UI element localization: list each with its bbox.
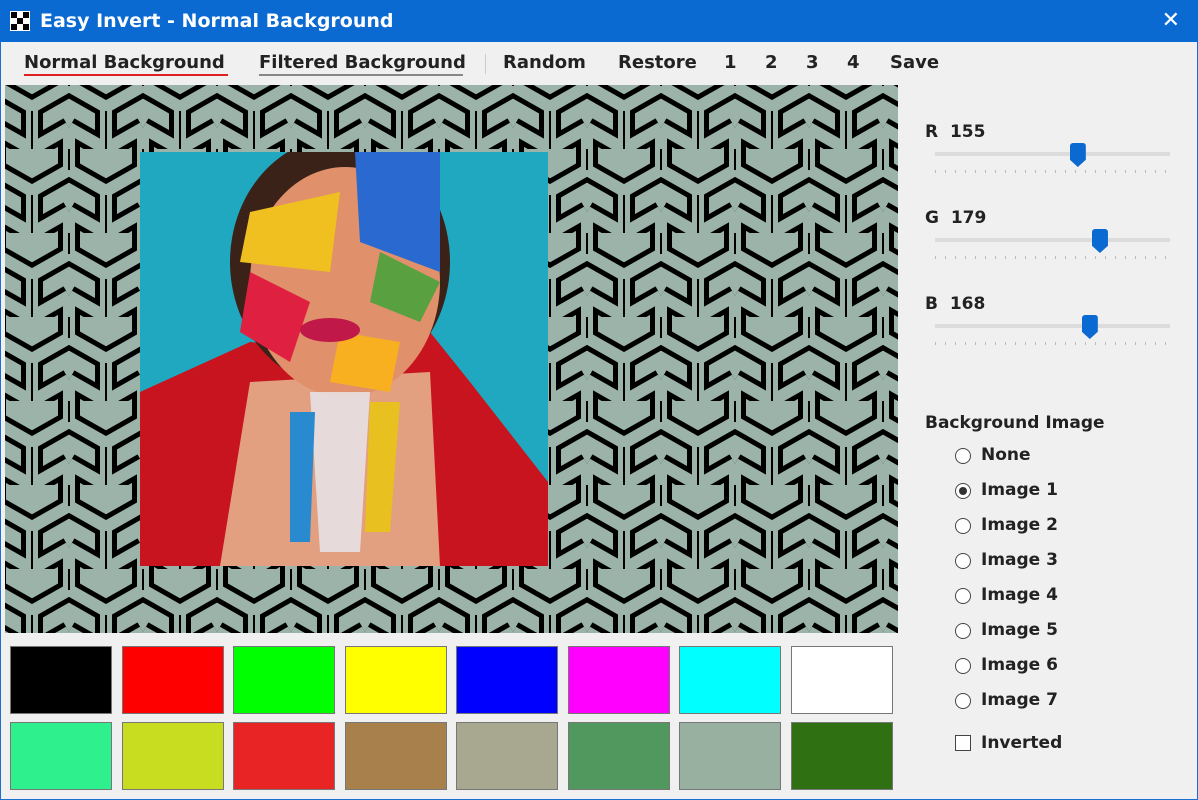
color-swatch[interactable]: [121, 646, 224, 714]
radio-label[interactable]: Image 3: [981, 550, 1058, 570]
foreground-photo: [140, 152, 548, 566]
slider-label: B 168: [925, 294, 985, 314]
radio-label[interactable]: Image 1: [981, 480, 1058, 500]
color-swatch[interactable]: [344, 646, 447, 714]
portrait-image: [140, 152, 548, 566]
close-icon[interactable]: ✕: [1162, 8, 1180, 33]
color-swatch[interactable]: [456, 722, 558, 790]
menu-random[interactable]: Random: [503, 52, 586, 73]
radio-label[interactable]: Image 4: [981, 585, 1058, 605]
radio-option[interactable]: [955, 483, 971, 499]
channel-value: 168: [949, 294, 986, 314]
radio-option[interactable]: [955, 448, 971, 464]
color-swatch[interactable]: [679, 646, 781, 714]
radio-option[interactable]: [955, 693, 971, 709]
color-swatch[interactable]: [10, 722, 112, 790]
channel-name: B: [925, 294, 938, 314]
menu-preset-2[interactable]: 2: [765, 52, 778, 73]
color-swatch[interactable]: [456, 646, 558, 714]
channel-value: 155: [949, 122, 986, 142]
channel-name: R: [925, 122, 939, 142]
slider-track-g[interactable]: [935, 238, 1170, 242]
radio-label[interactable]: Image 5: [981, 620, 1058, 640]
radio-label[interactable]: Image 7: [981, 690, 1058, 710]
color-swatch[interactable]: [344, 722, 447, 790]
color-swatch[interactable]: [679, 722, 781, 790]
slider-label: R 155: [925, 122, 985, 142]
title-bar: Easy Invert - Normal Background ✕: [0, 0, 1198, 42]
slider-ticks: [935, 170, 1170, 173]
color-swatch[interactable]: [10, 646, 112, 714]
menu-restore[interactable]: Restore: [618, 52, 697, 73]
slider-ticks: [935, 342, 1170, 345]
color-swatch[interactable]: [567, 722, 670, 790]
radio-option[interactable]: [955, 623, 971, 639]
background-image-heading: Background Image: [925, 413, 1105, 433]
slider-track-r[interactable]: [935, 152, 1170, 156]
active-underline: [24, 74, 228, 76]
menu-preset-1[interactable]: 1: [724, 52, 737, 73]
color-swatch[interactable]: [121, 722, 224, 790]
menu-save[interactable]: Save: [890, 52, 939, 73]
channel-value: 179: [950, 208, 987, 228]
filtered-underline: [259, 74, 463, 76]
menu-preset-4[interactable]: 4: [847, 52, 860, 73]
radio-option[interactable]: [955, 658, 971, 674]
color-swatch[interactable]: [233, 722, 335, 790]
menu-filtered-background[interactable]: Filtered Background: [259, 52, 466, 73]
window-title: Easy Invert - Normal Background: [40, 10, 394, 32]
inverted-label: Inverted: [981, 733, 1063, 753]
inverted-checkbox[interactable]: [955, 735, 971, 751]
radio-label[interactable]: Image 2: [981, 515, 1058, 535]
slider-track-b[interactable]: [935, 324, 1170, 328]
menu-separator: [485, 54, 486, 74]
app-icon: [10, 11, 30, 31]
color-swatch[interactable]: [790, 722, 893, 790]
color-swatch[interactable]: [790, 646, 893, 714]
radio-option[interactable]: [955, 518, 971, 534]
slider-ticks: [935, 256, 1170, 259]
radio-option[interactable]: [955, 553, 971, 569]
color-swatch[interactable]: [233, 646, 335, 714]
radio-label[interactable]: None: [981, 445, 1031, 465]
radio-option[interactable]: [955, 588, 971, 604]
slider-label: G 179: [925, 208, 986, 228]
color-swatch[interactable]: [567, 646, 670, 714]
menu-preset-3[interactable]: 3: [806, 52, 819, 73]
menu-normal-background[interactable]: Normal Background: [24, 52, 225, 73]
radio-label[interactable]: Image 6: [981, 655, 1058, 675]
channel-name: G: [925, 208, 939, 228]
